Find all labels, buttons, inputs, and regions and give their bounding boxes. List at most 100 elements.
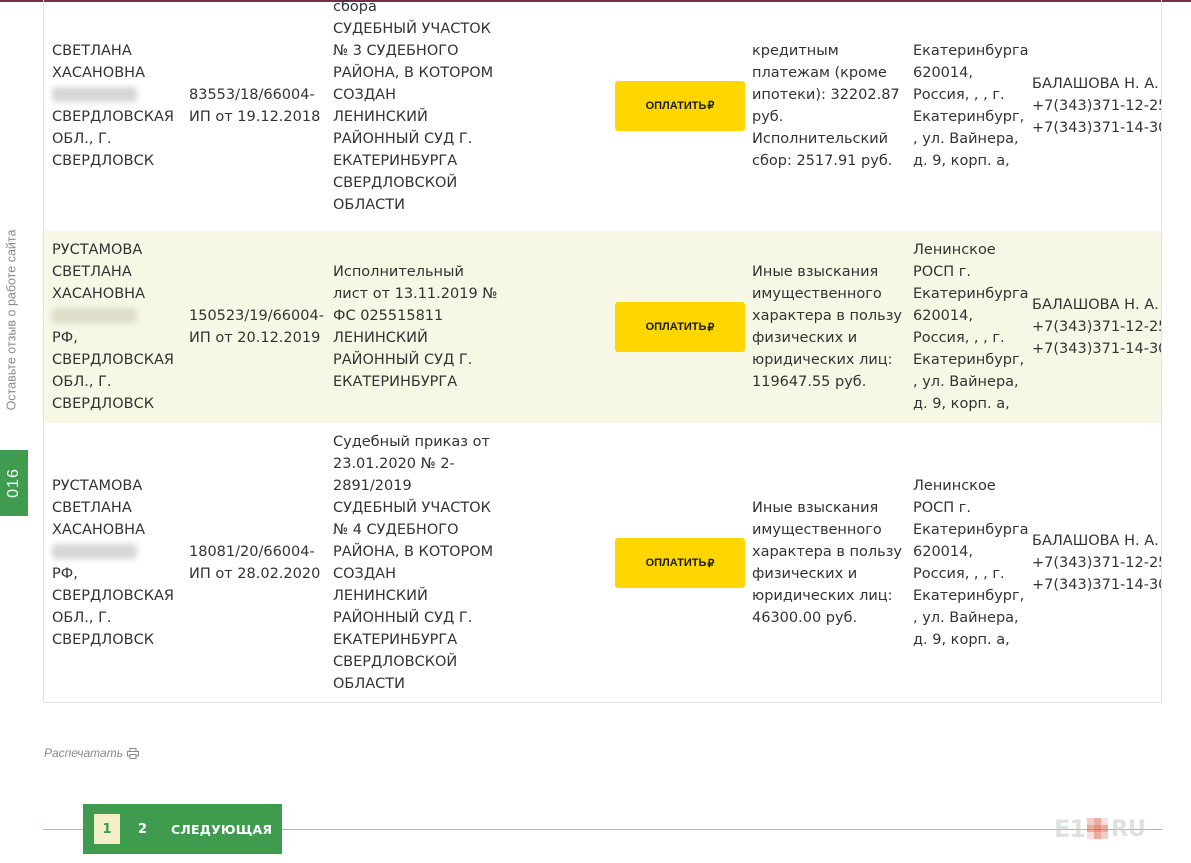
cell-line: имущественного xyxy=(752,286,882,302)
print-link-label: Распечатать xyxy=(44,746,124,760)
cell-line: СВЕРДЛОВСКОЙ xyxy=(333,654,458,670)
enforcement-table: СВЕТЛАНА ХАСАНОВНА СВЕРДЛОВСКАЯ ОБЛ., Г. СВЕ… xyxy=(43,0,1162,703)
cell-line: БАЛАШОВА Н. А. xyxy=(1032,297,1159,313)
cell-line: ИП от 28.02.2020 xyxy=(189,566,321,582)
pay-button[interactable]: ОПЛАТИТЬ ₽ xyxy=(615,80,745,131)
cell-line: физических и xyxy=(752,330,858,346)
cell-line: 620014, xyxy=(913,544,973,560)
cell-line: 620014, xyxy=(913,64,973,81)
cell-line: платежам (кроме xyxy=(752,64,887,81)
cell-line: РУСТАМОВА xyxy=(52,478,143,494)
cell-line: Екатеринбурга xyxy=(913,286,1029,302)
bailiff-cell: БАЛАШОВА Н. А. +7(343)371-12-25 +7(343)371… xyxy=(1032,423,1162,702)
cell-line: кредитным xyxy=(752,42,839,59)
blurred-text xyxy=(52,86,137,102)
next-page-button[interactable]: СЛЕДУЮЩАЯ xyxy=(171,822,272,837)
cell-line: , ул. Вайнера, xyxy=(913,374,1019,390)
feedback-tab[interactable]: Оставьте отзыв о работе сайта xyxy=(0,205,22,435)
cell-line: д. 9, корп. а, xyxy=(913,632,1010,648)
proceeding-cell: 18081/20/66004- ИП от 28.02.2020 xyxy=(189,423,329,702)
pagination: 1 2 СЛЕДУЮЩАЯ xyxy=(83,804,282,854)
cell-line: № 3 СУДЕБНОГО xyxy=(333,42,459,59)
cell-line: СВЕРДЛОВСКАЯ xyxy=(52,588,174,604)
cell-line: Исполнительный xyxy=(333,264,464,280)
cell-line: ИП от 19.12.2018 xyxy=(189,108,321,125)
cell-line: юридических лиц: xyxy=(752,588,893,604)
cell-line: ФС 025515811 xyxy=(333,308,444,324)
cell-line: СВЕТЛАНА xyxy=(52,500,132,516)
cell-line: ЕКАТЕРИНБУРГА xyxy=(333,152,458,169)
document-cell: Судебный приказ от 23.01.2020 № 2- 2891/20… xyxy=(333,423,503,702)
subject-cell: Иные взыскания имущественного характера в … xyxy=(752,231,902,423)
cell-line: ХАСАНОВНА xyxy=(52,64,145,81)
proceeding-cell: 150523/19/66004- ИП от 20.12.2019 xyxy=(189,231,329,423)
cell-line: Екатеринбурга xyxy=(913,522,1029,538)
cell-line: ХАСАНОВНА xyxy=(52,522,145,538)
blurred-text xyxy=(52,544,137,559)
pay-button[interactable]: ОПЛАТИТЬ ₽ xyxy=(615,302,745,352)
logo-text-left: E1 xyxy=(1054,815,1086,843)
cell-line: БАЛАШОВА Н. А. xyxy=(1032,75,1159,92)
e1-logo: E1 RU xyxy=(1054,815,1170,843)
ruble-icon: ₽ xyxy=(707,321,715,334)
cell-line: сбора xyxy=(333,0,377,15)
bailiff-cell: БАЛАШОВА Н. А. +7(343)371-12-25 +7(343)371… xyxy=(1032,231,1162,423)
subject-cell: кредитным платежам (кроме ипотеки): 32202.… xyxy=(752,0,902,231)
department-cell: Ленинское РОСП г. Екатеринбурга 620014, Росс… xyxy=(913,423,1029,702)
debtor-cell: СВЕТЛАНА ХАСАНОВНА СВЕРДЛОВСКАЯ ОБЛ., Г. СВЕ… xyxy=(52,0,187,231)
cell-line: РАЙОНА, В КОТОРОМ xyxy=(333,544,494,560)
pay-cell: ОПЛАТИТЬ ₽ xyxy=(614,0,746,231)
cell-line: Россия, , , г. xyxy=(913,330,1005,346)
ruble-icon: ₽ xyxy=(707,557,715,570)
logo-mark-icon xyxy=(1087,818,1109,840)
pay-button-label: ОПЛАТИТЬ xyxy=(645,99,707,112)
cell-line: 46300.00 руб. xyxy=(752,610,858,626)
cell-line: ХАСАНОВНА xyxy=(52,286,145,302)
cell-line: СВЕРДЛОВСК xyxy=(52,396,154,412)
feedback-tab-label: Оставьте отзыв о работе сайта xyxy=(4,229,19,411)
page-current[interactable]: 1 xyxy=(94,814,120,844)
cell-line: ОБЛ., Г. xyxy=(52,610,112,626)
proceeding-cell: 83553/18/66004- ИП от 19.12.2018 xyxy=(189,0,329,231)
print-link[interactable]: Распечатать xyxy=(44,746,140,760)
document-cell: сбора СУДЕБНЫЙ УЧАСТОК № 3 СУДЕБНОГО РАЙОНА… xyxy=(333,0,503,231)
department-cell: Екатеринбурга 620014, Россия, , , г. Екатер… xyxy=(913,0,1029,231)
table-row: РУСТАМОВА СВЕТЛАНА ХАСАНОВНА РФ, СВЕРДЛОВСКА… xyxy=(44,423,1162,702)
cell-line: БАЛАШОВА Н. А. xyxy=(1032,533,1159,549)
cell-line: СВЕРДЛОВСКАЯ xyxy=(52,352,174,368)
blurred-text xyxy=(52,308,137,323)
page-link-2[interactable]: 2 xyxy=(138,822,147,837)
cell-line: 2891/2019 xyxy=(333,478,412,494)
cell-line: Екатеринбург, xyxy=(913,352,1025,368)
cell-line: Иные взыскания xyxy=(752,264,879,280)
cell-line: +7(343)371-12-25 xyxy=(1032,555,1162,571)
cell-line: 620014, xyxy=(913,308,973,324)
cell-line: СВЕТЛАНА xyxy=(52,42,132,59)
cell-line: лист от 13.11.2019 № xyxy=(333,286,498,302)
cell-line: ЛЕНИНСКИЙ xyxy=(333,330,428,346)
cell-line: СВЕРДЛОВСКОЙ xyxy=(333,174,458,191)
cell-line: +7(343)371-12-25 xyxy=(1032,319,1162,335)
cell-line: юридических лиц: xyxy=(752,352,893,368)
cell-line: Россия, , , г. xyxy=(913,566,1005,582)
subject-cell: Иные взыскания имущественного характера в … xyxy=(752,423,902,702)
pay-button[interactable]: ОПЛАТИТЬ ₽ xyxy=(615,538,745,588)
cell-line: , ул. Вайнера, xyxy=(913,130,1019,147)
cell-line: РФ, xyxy=(52,566,78,582)
side-badge[interactable]: 016 xyxy=(0,450,28,516)
cell-line: РУСТАМОВА xyxy=(52,242,143,258)
cell-line: Екатеринбург, xyxy=(913,108,1025,125)
ruble-icon: ₽ xyxy=(707,100,715,112)
cell-line: 83553/18/66004- xyxy=(189,86,315,103)
cell-line: РАЙОННЫЙ СУД Г. xyxy=(333,610,473,626)
cell-line: Судебный приказ от xyxy=(333,434,490,450)
cell-line: СВЕРДЛОВСКАЯ xyxy=(52,108,174,125)
cell-line: +7(343)371-14-30 xyxy=(1032,341,1162,357)
cell-line: физических и xyxy=(752,566,858,582)
cell-line: Иные взыскания xyxy=(752,500,879,516)
pay-button-label: ОПЛАТИТЬ xyxy=(645,321,707,333)
printer-icon xyxy=(127,747,140,759)
cell-line: 150523/19/66004- xyxy=(189,308,324,324)
cell-line: д. 9, корп. а, xyxy=(913,152,1010,169)
cell-line: РАЙОНА, В КОТОРОМ xyxy=(333,64,494,81)
